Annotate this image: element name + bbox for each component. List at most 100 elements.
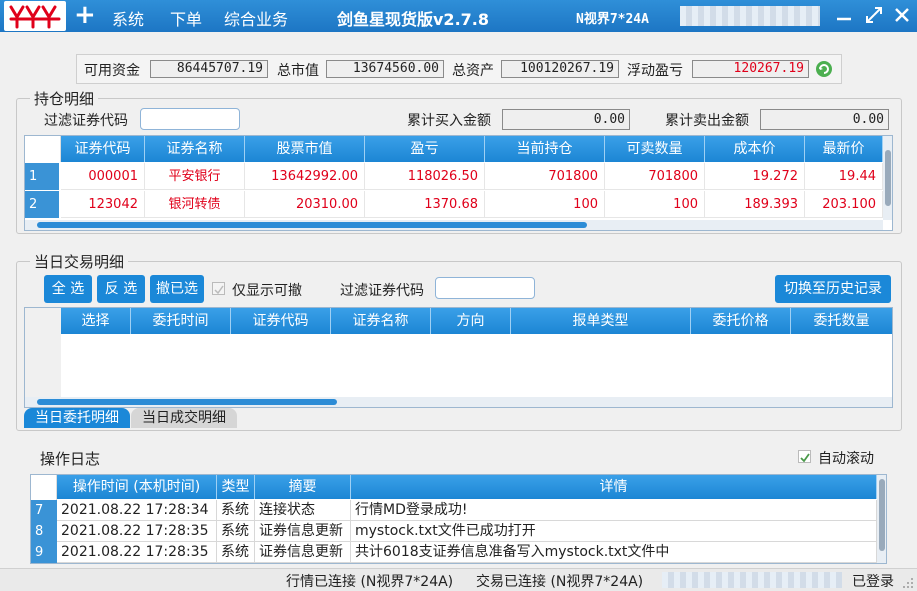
- orders-table: 选择 委托时间 证券代码 证券名称 方向 报单类型 委托价格 委托数量: [24, 307, 893, 408]
- positions-filter-input[interactable]: [140, 108, 240, 130]
- position-code[interactable]: 000001: [61, 163, 145, 190]
- position-name[interactable]: 银河转债: [145, 191, 245, 218]
- available-funds-value: 86445707.19: [150, 60, 268, 78]
- position-cost[interactable]: 19.272: [705, 163, 805, 190]
- tab-today-trades[interactable]: 当日成交明细: [131, 408, 237, 428]
- floating-pnl-value: 120267.19: [692, 60, 809, 78]
- tab-today-orders[interactable]: 当日委托明细: [24, 408, 130, 428]
- maximize-icon[interactable]: [862, 3, 886, 27]
- row-index[interactable]: 8: [31, 521, 57, 542]
- position-cost[interactable]: 189.393: [705, 191, 805, 218]
- app-title: 剑鱼星现货版v2.7.8: [337, 10, 489, 29]
- market-value-value: 13674560.00: [326, 60, 444, 78]
- floating-pnl-label: 浮动盈亏: [627, 63, 683, 79]
- auto-scroll-checkbox[interactable]: [798, 450, 811, 463]
- column-header[interactable]: 委托价格: [691, 308, 791, 334]
- position-sellable[interactable]: 701800: [605, 163, 705, 190]
- market-value-label: 总市值: [277, 63, 319, 79]
- select-all-button[interactable]: 全 选: [44, 275, 92, 303]
- column-header[interactable]: 证券代码: [231, 308, 331, 334]
- cumulative-buy-label: 累计买入金额: [407, 113, 491, 129]
- column-header[interactable]: 详情: [351, 475, 877, 499]
- resize-grip-icon[interactable]: [902, 577, 914, 589]
- position-holding[interactable]: 100: [485, 191, 605, 218]
- column-header[interactable]: 证券代码: [61, 136, 145, 162]
- column-header[interactable]: 摘要: [255, 475, 351, 499]
- log-detail[interactable]: 行情MD登录成功!: [351, 500, 877, 521]
- redacted-account: [680, 6, 820, 26]
- column-header[interactable]: 委托时间: [131, 308, 231, 334]
- switch-history-button[interactable]: 切换至历史记录: [775, 275, 891, 303]
- column-header[interactable]: 股票市值: [245, 136, 365, 162]
- scrollbar-thumb[interactable]: [37, 222, 587, 228]
- position-sellable[interactable]: 100: [605, 191, 705, 218]
- positions-vscrollbar[interactable]: [883, 136, 892, 220]
- column-header[interactable]: 当前持仓: [485, 136, 605, 162]
- cumulative-sell-label: 累计卖出金额: [665, 113, 749, 129]
- log-summary[interactable]: 证券信息更新: [255, 542, 351, 563]
- log-type[interactable]: 系统: [217, 542, 255, 563]
- column-header[interactable]: 成本价: [705, 136, 805, 162]
- log-time[interactable]: 2021.08.22 17:28:35: [57, 542, 217, 563]
- positions-table: 证券代码 证券名称 股票市值 盈亏 当前持仓 可卖数量 成本价 最新价 1 00…: [24, 135, 893, 231]
- position-market-value[interactable]: 20310.00: [245, 191, 365, 218]
- log-detail[interactable]: mystock.txt文件已成功打开: [351, 521, 877, 542]
- menu-order[interactable]: 下单: [170, 6, 202, 30]
- positions-hscrollbar[interactable]: [25, 220, 883, 230]
- log-time[interactable]: 2021.08.22 17:28:34: [57, 500, 217, 521]
- positions-filter-label: 过滤证券代码: [44, 113, 128, 129]
- position-name[interactable]: 平安银行: [145, 163, 245, 190]
- position-last-price[interactable]: 19.44: [805, 163, 883, 190]
- market-data-status: 行情已连接 (N视界7*24A): [286, 574, 454, 590]
- today-filter-input[interactable]: [435, 277, 535, 299]
- today-filter-label: 过滤证券代码: [340, 283, 424, 299]
- position-last-price[interactable]: 203.100: [805, 191, 883, 218]
- row-header-column: [25, 308, 61, 407]
- log-type[interactable]: 系统: [217, 521, 255, 542]
- scrollbar-thumb[interactable]: [879, 479, 885, 551]
- cancel-selected-button[interactable]: 撤已选: [150, 275, 204, 303]
- only-cancelable-checkbox[interactable]: [212, 282, 225, 295]
- column-header[interactable]: 证券名称: [331, 308, 431, 334]
- row-index[interactable]: 2: [25, 191, 59, 218]
- column-header[interactable]: 类型: [217, 475, 255, 499]
- menu-system[interactable]: 系统: [112, 6, 144, 30]
- column-header[interactable]: 选择: [61, 308, 131, 334]
- close-icon[interactable]: [890, 3, 914, 27]
- position-pnl[interactable]: 118026.50: [365, 163, 485, 190]
- position-market-value[interactable]: 13642992.00: [245, 163, 365, 190]
- scrollbar-thumb[interactable]: [37, 399, 337, 405]
- position-pnl[interactable]: 1370.68: [365, 191, 485, 218]
- log-type[interactable]: 系统: [217, 500, 255, 521]
- column-header[interactable]: 可卖数量: [605, 136, 705, 162]
- column-header[interactable]: 报单类型: [511, 308, 691, 334]
- log-detail[interactable]: 共计6018支证券信息准备写入mystock.txt文件中: [351, 542, 877, 563]
- log-vscrollbar[interactable]: [877, 475, 886, 563]
- position-code[interactable]: 123042: [61, 191, 145, 218]
- invert-selection-button[interactable]: 反 选: [97, 275, 145, 303]
- column-header[interactable]: 盈亏: [365, 136, 485, 162]
- status-bar: 行情已连接 (N视界7*24A) 交易已连接 (N视界7*24A) 已登录: [0, 568, 917, 591]
- row-index[interactable]: 7: [31, 500, 57, 521]
- add-icon[interactable]: +: [74, 2, 96, 28]
- row-index[interactable]: 9: [31, 542, 57, 563]
- log-table: 操作时间 (本机时间) 类型 摘要 详情 7 2021.08.22 17:28:…: [30, 474, 887, 564]
- log-summary[interactable]: 证券信息更新: [255, 521, 351, 542]
- row-index[interactable]: 1: [25, 163, 59, 190]
- scrollbar-thumb[interactable]: [885, 150, 891, 206]
- column-header[interactable]: 最新价: [805, 136, 883, 162]
- minimize-icon[interactable]: [832, 3, 856, 27]
- column-header[interactable]: 方向: [431, 308, 511, 334]
- column-header[interactable]: 证券名称: [145, 136, 245, 162]
- column-header[interactable]: 委托数量: [791, 308, 892, 334]
- cumulative-buy-value: 0.00: [502, 109, 630, 130]
- title-bar: + 系统 下单 综合业务 剑鱼星现货版v2.7.8 N视界7*24A: [0, 0, 917, 32]
- column-header[interactable]: 操作时间 (本机时间): [57, 475, 217, 499]
- total-assets-value: 100120267.19: [501, 60, 619, 78]
- orders-hscrollbar[interactable]: [25, 397, 892, 407]
- menu-comprehensive[interactable]: 综合业务: [224, 6, 288, 30]
- log-time[interactable]: 2021.08.22 17:28:35: [57, 521, 217, 542]
- refresh-icon[interactable]: [815, 60, 833, 78]
- log-summary[interactable]: 连接状态: [255, 500, 351, 521]
- position-holding[interactable]: 701800: [485, 163, 605, 190]
